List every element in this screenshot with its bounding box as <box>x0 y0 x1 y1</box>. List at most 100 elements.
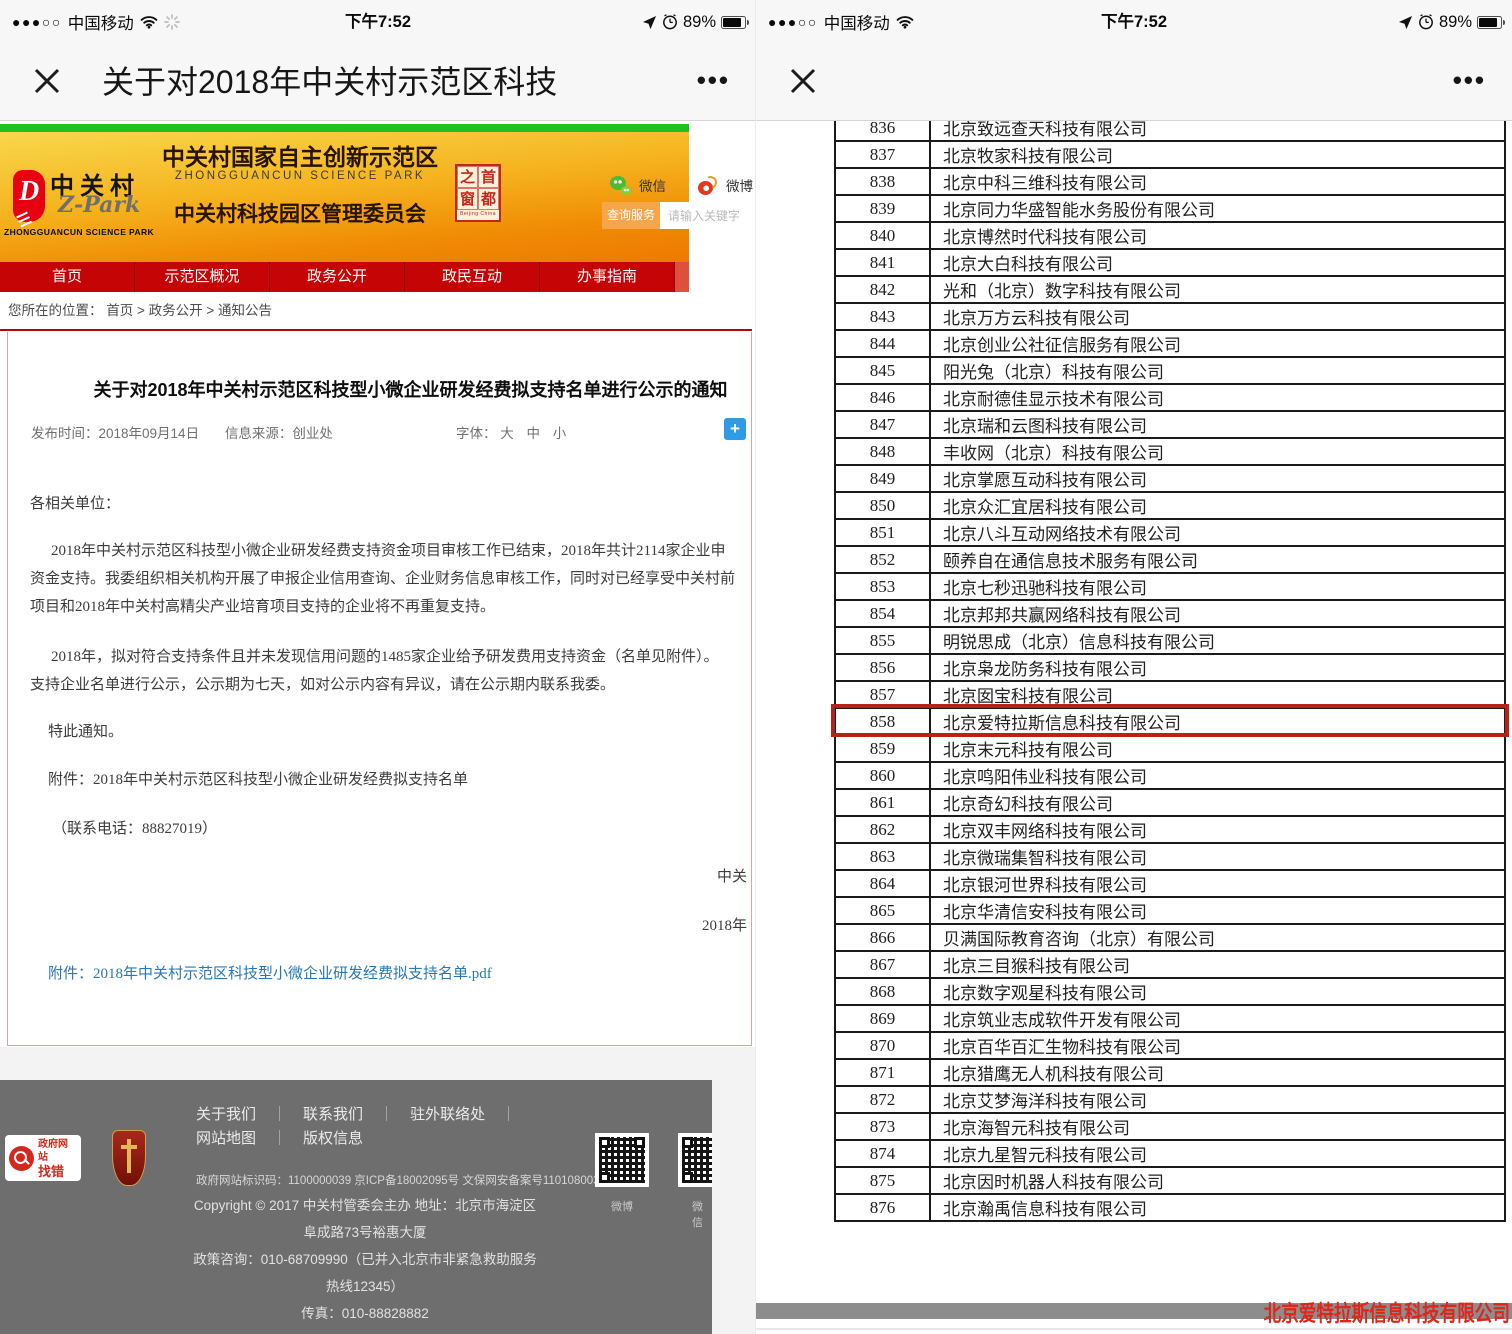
row-number-cell: 841 <box>835 249 930 276</box>
watermark-text: 北京爱特拉斯信息科技有限公司 <box>1264 1296 1510 1328</box>
company-name-cell: 北京海智元科技有限公司 <box>930 1113 1505 1140</box>
table-row: 844北京创业公社征信服务有限公司 <box>835 330 1505 357</box>
row-number-cell: 876 <box>835 1194 930 1221</box>
table-row: 841北京大白科技有限公司 <box>835 249 1505 276</box>
gov-site-error-report-badge[interactable]: 政府网站 找错 <box>5 1135 81 1181</box>
company-name-cell: 阳光兔（北京）科技有限公司 <box>930 357 1505 384</box>
wechat-label[interactable]: 微信 <box>639 175 666 195</box>
company-list-table: 836北京致远查天科技有限公司837北京牧家科技有限公司838北京中科三维科技有… <box>834 113 1506 1222</box>
table-row: 866贝满国际教育咨询（北京）有限公司 <box>835 924 1505 951</box>
copyright-line: Copyright © 2017 中关村管委会主办 地址：北京市海淀区 <box>150 1192 580 1219</box>
table-row: 859北京末元科技有限公司 <box>835 735 1505 762</box>
search-input[interactable] <box>660 202 752 229</box>
badge-text: 找错 <box>38 1164 77 1179</box>
gov-shield-badge-icon[interactable] <box>112 1130 146 1186</box>
table-row: 874北京九星智元科技有限公司 <box>835 1140 1505 1167</box>
body-line: 项目和2018年中关村高精尖产业培育项目支持的企业将不再重复支持。 <box>30 595 495 616</box>
table-row: 861北京奇幻科技有限公司 <box>835 789 1505 816</box>
footer-link[interactable]: 网站地图 <box>196 1127 256 1148</box>
font-size-medium[interactable]: 中 <box>527 426 541 441</box>
salutation: 各相关单位： <box>30 492 120 513</box>
attachment-pdf-link[interactable]: 附件：2018年中关村示范区科技型小微企业研发经费拟支持名单.pdf <box>48 962 492 983</box>
table-row: 846北京耐德佳显示技术有限公司 <box>835 384 1505 411</box>
company-name-cell: 颐养自在通信息技术服务有限公司 <box>930 546 1505 573</box>
weibo-icon[interactable] <box>698 176 718 195</box>
row-number-cell: 862 <box>835 816 930 843</box>
site-header: D 中关村 Z-Park ZHONGGUANCUN SCIENCE PARK 中… <box>0 128 689 262</box>
location-arrow-icon <box>642 15 657 30</box>
company-name-cell: 北京枭龙防务科技有限公司 <box>930 654 1505 681</box>
zpark-logo-icon[interactable]: D <box>13 170 45 222</box>
close-icon[interactable] <box>786 64 820 98</box>
row-number-cell: 861 <box>835 789 930 816</box>
footer-link[interactable]: 关于我们 <box>196 1103 256 1124</box>
footer-link[interactable]: 版权信息 <box>303 1127 363 1148</box>
more-menu-icon[interactable]: ••• <box>697 44 730 120</box>
row-number-cell: 839 <box>835 195 930 222</box>
fax-line: 传真：010-88828882 <box>150 1300 580 1327</box>
table-row: 864北京银河世界科技有限公司 <box>835 870 1505 897</box>
attachment-line: 附件：2018年中关村示范区科技型小微企业研发经费拟支持名单 <box>48 768 468 789</box>
company-name-cell: 北京博然时代科技有限公司 <box>930 222 1505 249</box>
bottom-divider <box>756 1328 1512 1330</box>
weibo-qr-code <box>595 1133 649 1187</box>
signature-date-clipped: 2018年 <box>702 914 747 935</box>
nav-item[interactable]: 首页 <box>0 262 135 292</box>
title-fade <box>574 44 664 120</box>
nav-item[interactable]: 示范区概况 <box>135 262 270 292</box>
footer-link[interactable]: 驻外联络处 <box>410 1103 485 1124</box>
nav-item[interactable]: 政民互动 <box>405 262 540 292</box>
company-name-cell: 光和（北京）数字科技有限公司 <box>930 276 1505 303</box>
body-line: 资金支持。我委组织相关机构开展了申报企业信用查询、企业财务信息审核工作，同时对已… <box>30 567 735 588</box>
row-number-cell: 873 <box>835 1113 930 1140</box>
table-row: 845阳光兔（北京）科技有限公司 <box>835 357 1505 384</box>
row-number-cell: 846 <box>835 384 930 411</box>
body-line: 2018年中关村示范区科技型小微企业研发经费支持资金项目审核工作已结束，2018… <box>51 539 725 560</box>
row-number-cell: 874 <box>835 1140 930 1167</box>
footer-links-row1: 关于我们｜联系我们｜驻外联络处｜ <box>196 1103 516 1124</box>
badge-text: 政府网站 <box>38 1138 77 1164</box>
capital-window-seal-icon[interactable]: 之 首 窗 都 Beijing China <box>455 164 501 222</box>
close-icon[interactable] <box>30 64 64 98</box>
article-box: 关于对2018年中关村示范区科技型小微企业研发经费拟支持名单进行公示的通知 发布… <box>7 332 752 1046</box>
row-number-cell: 863 <box>835 843 930 870</box>
nav-item[interactable]: 办事指南 <box>540 262 675 292</box>
table-row: 873北京海智元科技有限公司 <box>835 1113 1505 1140</box>
company-name-cell: 北京末元科技有限公司 <box>930 735 1505 762</box>
nav-item[interactable]: 政务公开 <box>270 262 405 292</box>
org-committee: 中关村科技园区管理委员会 <box>150 198 450 228</box>
table-row: 870北京百华百汇生物科技有限公司 <box>835 1032 1505 1059</box>
company-name-cell: 北京同力华盛智能水务股份有限公司 <box>930 195 1505 222</box>
table-row: 856北京枭龙防务科技有限公司 <box>835 654 1505 681</box>
footer-link[interactable]: 联系我们 <box>303 1103 363 1124</box>
table-row: 871北京猎鹰无人机科技有限公司 <box>835 1059 1505 1086</box>
weibo-label[interactable]: 微博 <box>726 175 753 195</box>
font-size-large[interactable]: 大 <box>500 426 514 441</box>
nav-next-item-stub[interactable] <box>675 262 689 292</box>
font-size-small[interactable]: 小 <box>553 426 567 441</box>
company-name-cell: 北京邦邦共赢网络科技有限公司 <box>930 600 1505 627</box>
alarm-clock-icon <box>662 14 678 30</box>
qr-label-wechat: 微信 <box>692 1198 712 1230</box>
wechat-icon[interactable] <box>610 176 631 195</box>
table-row: 851北京八斗互动网络技术有限公司 <box>835 519 1505 546</box>
row-number-cell: 845 <box>835 357 930 384</box>
row-number-cell: 856 <box>835 654 930 681</box>
company-name-cell: 贝满国际教育咨询（北京）有限公司 <box>930 924 1505 951</box>
qr-label-weibo: 微博 <box>611 1198 633 1214</box>
share-button[interactable]: + <box>724 418 746 440</box>
row-number-cell: 854 <box>835 600 930 627</box>
company-name-cell: 北京双丰网络科技有限公司 <box>930 816 1505 843</box>
row-number-cell: 848 <box>835 438 930 465</box>
footer-link-divider: ｜ <box>501 1103 516 1124</box>
article-title: 关于对2018年中关村示范区科技型小微企业研发经费拟支持名单进行公示的通知 <box>68 376 752 402</box>
battery-percent: 89% <box>683 13 716 32</box>
org-title-en: ZHONGGUANCUN SCIENCE PARK <box>150 170 450 182</box>
row-number-cell: 844 <box>835 330 930 357</box>
more-menu-icon[interactable]: ••• <box>1453 44 1486 120</box>
row-number-cell: 869 <box>835 1005 930 1032</box>
search-service-button[interactable]: 查询服务 <box>602 202 660 229</box>
table-row: 868北京数字观星科技有限公司 <box>835 978 1505 1005</box>
breadcrumb[interactable]: 您所在的位置： 首页 > 政务公开 > 通知公告 <box>0 292 756 329</box>
table-row: 855明锐思成（北京）信息科技有限公司 <box>835 627 1505 654</box>
